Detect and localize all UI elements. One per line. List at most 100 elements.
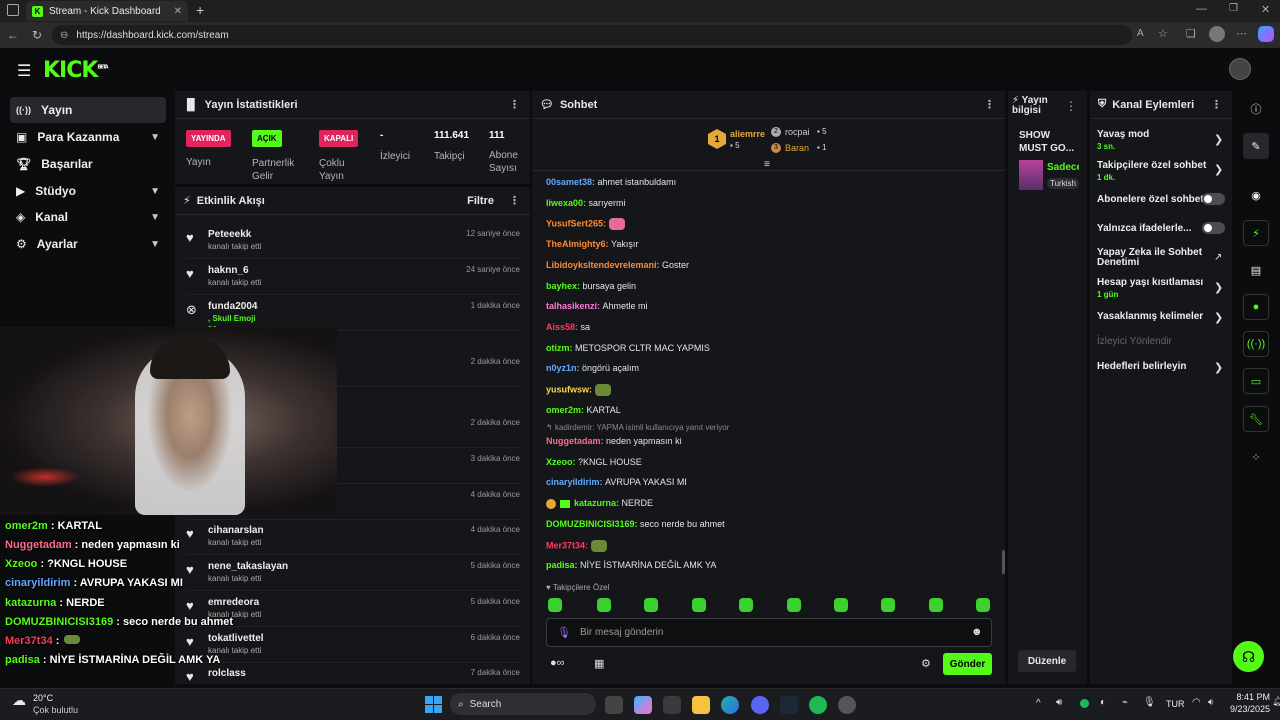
activity-item[interactable]: ⊗funda2004, Skull Emoji1 dakika önce50	[186, 295, 520, 334]
sidebar-item-studyo[interactable]: ▶ Stüdyo ▼	[10, 178, 166, 204]
chat-message[interactable]: Xzeoo: ?KNGL HOUSE	[546, 457, 642, 467]
spotify-icon[interactable]	[809, 696, 827, 714]
broadcast-icon[interactable]: ((·))	[1243, 331, 1269, 357]
close-window-icon[interactable]: ✕	[1261, 3, 1270, 16]
read-aloud-icon[interactable]: A	[1137, 28, 1144, 39]
taskbar-search[interactable]: ⌕ Search	[450, 693, 596, 715]
kebab-menu-icon[interactable]: ⋮	[984, 98, 995, 111]
chevron-right-icon[interactable]: ❯	[1214, 361, 1223, 374]
chat-message[interactable]: liwexa00: sarıyermi	[546, 198, 626, 208]
tray-spotify-icon[interactable]	[1080, 699, 1089, 708]
chat-message[interactable]: 00samet38: ahmet istanbuldamı	[546, 177, 676, 187]
emote-icon[interactable]	[692, 598, 706, 612]
activity-username[interactable]: rolclass	[208, 668, 246, 679]
followers-chat-setting[interactable]: Takipçilere özel sohbet 1 dk.	[1097, 160, 1206, 182]
edge-icon[interactable]	[721, 696, 739, 714]
sidebar-item-kanal[interactable]: ◈ Kanal ▼	[10, 204, 166, 230]
gifter-name[interactable]: Baran	[785, 143, 809, 153]
tab-actions-icon[interactable]	[7, 4, 19, 16]
hamburger-menu-icon[interactable]: ☰	[17, 61, 31, 81]
channel-points-icon[interactable]: ●∞	[550, 657, 565, 669]
chat-message[interactable]: padisa: NİYE İSTMARİNA DEĞİL AMK YA	[546, 560, 716, 570]
activity-item[interactable]: ♥ nene_takaslayan kanalı takip etti 5 dakik…	[186, 555, 520, 591]
activity-username[interactable]: Peteeekk	[208, 229, 251, 240]
chat-message[interactable]: katazurna: NERDE	[546, 498, 653, 509]
category-name[interactable]: Sadece	[1047, 162, 1079, 173]
emote-icon[interactable]	[787, 598, 801, 612]
emoji-icon[interactable]: ☻	[971, 626, 983, 638]
emote-icon[interactable]	[881, 598, 895, 612]
kebab-menu-icon[interactable]: ⋮	[509, 194, 520, 207]
chat-message[interactable]: YusufSert265:	[546, 218, 625, 230]
emote-icon[interactable]	[739, 598, 753, 612]
chat-message[interactable]: yusufwsw:	[546, 384, 611, 396]
printer-icon[interactable]: ▭	[1243, 368, 1269, 394]
collapse-gifters-icon[interactable]: ≡	[764, 159, 770, 170]
new-tab-button[interactable]: +	[196, 2, 204, 18]
wifi-icon[interactable]: ◠	[1192, 697, 1201, 708]
chat-message[interactable]: n0yz1n: öngörü açalım	[546, 363, 639, 373]
activity-item[interactable]: ♥ tokatlivettel kanalı takip etti 6 dakika …	[186, 627, 520, 663]
send-button[interactable]: Gönder	[943, 653, 992, 675]
tray-steam-icon[interactable]: ◐	[1100, 697, 1106, 708]
minimize-icon[interactable]: —	[1196, 3, 1207, 15]
file-explorer-icon[interactable]	[692, 696, 710, 714]
banned-words-setting[interactable]: Yasaklanmış kelimeler	[1097, 311, 1203, 322]
copilot-icon[interactable]	[1258, 26, 1274, 42]
sidebar-item-ayarlar[interactable]: ⚙ Ayarlar ▼	[10, 231, 166, 257]
chat-message[interactable]: TheAlmighty6: Yakışır	[546, 239, 638, 249]
account-age-setting[interactable]: Hesap yaşı kısıtlaması 1 gün	[1097, 277, 1203, 299]
edit-button[interactable]: Düzenle	[1018, 650, 1076, 672]
tray-expand-icon[interactable]: ^	[1036, 698, 1041, 709]
slow-mode-setting[interactable]: Yavaş mod 3 sn.	[1097, 129, 1149, 151]
sidebar-item-basarilar[interactable]: 🏆︎ Başarılar	[10, 151, 166, 177]
clock-date[interactable]: 9/23/2025	[1224, 704, 1270, 714]
activity-item[interactable]: ♥ cihanarslan kanalı takip etti 4 dakika ön…	[186, 519, 520, 555]
emotes-only-setting[interactable]: Yalnızca ifadelerle...	[1097, 223, 1192, 234]
maximize-icon[interactable]: ❐	[1229, 3, 1238, 14]
favorite-star-icon[interactable]: ☆	[1158, 27, 1168, 40]
wrench-icon[interactable]: 🔧︎	[1243, 406, 1269, 432]
kick-logo[interactable]: KICKBETA	[43, 58, 109, 83]
subscribers-chat-toggle[interactable]	[1202, 193, 1225, 205]
chat-message[interactable]: DOMUZBINICISI3169: seco nerde bu ahmet	[546, 519, 725, 529]
language-indicator[interactable]: TUR	[1166, 699, 1185, 709]
user-avatar[interactable]	[1229, 58, 1251, 80]
weather-temp[interactable]: 20°C	[33, 693, 53, 703]
store-icon[interactable]	[663, 696, 681, 714]
emotes-only-toggle[interactable]	[1202, 222, 1225, 234]
close-tab-icon[interactable]: ✕	[174, 6, 182, 17]
gift-shop-icon[interactable]: ▦	[594, 657, 604, 670]
chevron-right-icon[interactable]: ❯	[1214, 281, 1223, 294]
chat-message[interactable]: cinaryildirim: AVRUPA YAKASI MI	[546, 477, 687, 487]
task-view-icon[interactable]	[605, 696, 623, 714]
gifter-name[interactable]: aliemrre	[730, 129, 765, 139]
chat-message[interactable]: otizm: METOSPOR CLTR MAC YAPMIS	[546, 343, 710, 353]
emote-icon[interactable]	[644, 598, 658, 612]
speaker-icon[interactable]: 🔉︎	[1208, 697, 1214, 708]
info-icon[interactable]: ⓘ	[1243, 96, 1269, 122]
emote-icon[interactable]	[548, 598, 562, 612]
windows-start-icon[interactable]	[425, 696, 442, 713]
kebab-menu-icon[interactable]: ⋮	[509, 98, 520, 111]
steam-icon[interactable]	[780, 696, 798, 714]
chat-bubble-icon[interactable]: ●	[1243, 294, 1269, 320]
kebab-menu-icon[interactable]: ⋮	[1065, 99, 1077, 113]
subscribers-chat-setting[interactable]: Abonelere özel sohbet	[1097, 194, 1204, 205]
notes-icon[interactable]: ▤	[1243, 257, 1269, 283]
emote-icon[interactable]	[929, 598, 943, 612]
copilot-taskbar-icon[interactable]	[634, 696, 652, 714]
apps-icon[interactable]: ⁘	[1243, 444, 1269, 470]
lightning-icon[interactable]: ⚡	[1243, 220, 1269, 246]
clock-time[interactable]: 8:41 PM	[1230, 692, 1270, 702]
activity-item[interactable]: ♥ emredeora kanalı takip etti 5 dakika önce	[186, 591, 520, 627]
emote-icon[interactable]	[834, 598, 848, 612]
chat-message[interactable]: Nuggetadam: neden yapmasın ki	[546, 436, 682, 446]
chat-input-box[interactable]: 🎙︎ Bir mesaj gönderin ☻	[546, 618, 992, 647]
gifter-name[interactable]: rocpai	[785, 127, 810, 137]
reload-icon[interactable]: ↻	[28, 26, 46, 44]
sidebar-item-para-kazanma[interactable]: ▣ Para Kazanma ▼	[10, 124, 166, 150]
chat-message[interactable]: talhasikenzi: Ahmetle mi	[546, 301, 648, 311]
kebab-menu-icon[interactable]: ⋮	[1211, 98, 1222, 111]
site-info-icon[interactable]: ⊖	[60, 30, 68, 41]
